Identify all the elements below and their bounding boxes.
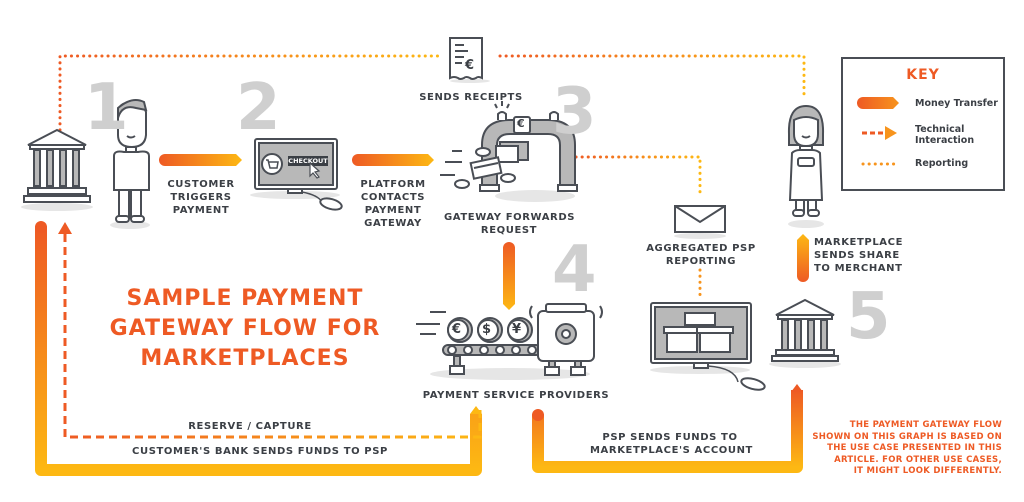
- arrow-marketplace-to-merchant: [797, 234, 809, 282]
- label-customers-bank: CUSTOMER'S BANK SENDS FUNDS TO PSP: [132, 446, 388, 457]
- label-psp: PAYMENT SERVICE PROVIDERS: [422, 390, 610, 401]
- legend-reporting-icon: [861, 162, 897, 166]
- label-reserve-capture: RESERVE / CAPTURE: [188, 421, 312, 432]
- gateway-euro-icon: €: [517, 117, 525, 130]
- page-title: SAMPLE PAYMENT GATEWAY FLOW FOR MARKETPL…: [109, 286, 381, 371]
- coin-dollar-icon: $: [482, 322, 492, 337]
- label-platform-contacts: PLATFORM CONTACTS PAYMENT GATEWAY: [360, 179, 426, 229]
- marketplace-bank-icon: [769, 298, 841, 368]
- label-psp-sends-funds: PSP SENDS FUNDS TO MARKETPLACE'S ACCOUNT: [590, 432, 753, 456]
- customer-bank-icon: [21, 128, 93, 211]
- legend-title: KEY: [906, 67, 940, 83]
- step-number-2: 2: [236, 71, 281, 145]
- label-aggregated-psp: AGGREGATED PSP REPORTING: [646, 243, 756, 267]
- legend-technical-interaction-label: Technical Interaction: [915, 124, 975, 146]
- disclaimer-note: THE PAYMENT GATEWAY FLOW SHOWN ON THIS G…: [812, 420, 1002, 476]
- arrow-customer-to-platform: [159, 154, 242, 166]
- legend-key: KEY Money Transfer Technical Interaction…: [841, 57, 1005, 191]
- label-gateway-forwards: GATEWAY FORWARDS REQUEST: [444, 212, 576, 236]
- step-number-4: 4: [552, 233, 597, 307]
- label-customer-triggers: CUSTOMER TRIGGERS PAYMENT: [167, 179, 235, 216]
- arrow-platform-to-gateway: [352, 154, 434, 166]
- legend-money-transfer-icon: [857, 97, 899, 109]
- coin-euro-icon: €: [452, 322, 462, 337]
- merchant-icon: [787, 104, 825, 228]
- label-marketplace-sends: MARKETPLACE SENDS SHARE TO MERCHANT: [814, 237, 904, 274]
- label-sends-receipts: SENDS RECEIPTS: [419, 92, 523, 103]
- euro-icon: €: [465, 58, 475, 73]
- step-number-3: 3: [552, 75, 597, 149]
- envelope-icon: [674, 205, 726, 239]
- platform-computer-icon: [250, 138, 343, 211]
- legend-technical-interaction-icon: [862, 126, 897, 140]
- legend-reporting-label: Reporting: [915, 158, 969, 169]
- marketplace-computer-icon: [650, 302, 766, 391]
- psp-machine-icon: [416, 303, 603, 380]
- step-number-1: 1: [84, 71, 129, 145]
- legend-money-transfer-label: Money Transfer: [915, 98, 998, 109]
- coin-yen-icon: ¥: [512, 322, 522, 337]
- arrow-gateway-to-psp: [503, 242, 515, 310]
- step-number-5: 5: [846, 280, 891, 354]
- checkout-button: CHECKOUT: [288, 157, 328, 165]
